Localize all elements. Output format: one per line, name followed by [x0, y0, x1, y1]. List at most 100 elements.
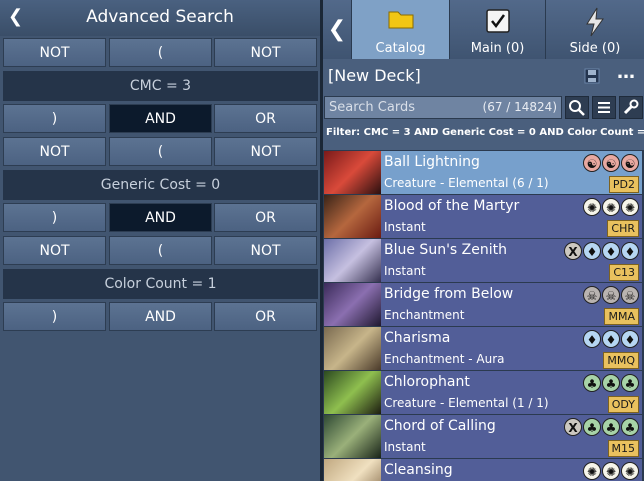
mana-symbol-icon: ♣ [583, 374, 601, 392]
mana-cost: ☯ ☯ ☯ [582, 154, 639, 174]
view-mode-button[interactable] [592, 96, 616, 119]
operator-row: NOT(NOT [3, 137, 318, 167]
operator-row: ) AND OR [3, 302, 318, 332]
and-button[interactable]: AND [109, 104, 212, 133]
mana-symbol-icon: ♦ [621, 330, 639, 348]
card-row[interactable]: Blood of the Martyr Instant ✺ ✺ ✺ CHR [324, 195, 642, 238]
operator-row: ) AND OR [3, 203, 318, 233]
card-type: Instant [384, 264, 426, 278]
mana-symbol-icon: ✺ [602, 198, 620, 216]
not-button[interactable]: NOT [214, 38, 317, 67]
condition-label[interactable]: CMC = 3 [3, 71, 318, 101]
lightning-icon [586, 7, 604, 37]
and-button[interactable]: AND [109, 302, 212, 331]
card-row[interactable]: Ball Lightning Creature - Elemental (6 / … [324, 151, 642, 194]
mana-symbol-icon: ☯ [583, 154, 601, 172]
checklist-icon [485, 9, 510, 33]
mana-symbol-icon: ♣ [621, 418, 639, 436]
mana-cost: ♣ ♣ ♣ [582, 374, 639, 394]
and-button[interactable]: AND [109, 203, 212, 232]
mana-symbol-icon: ☯ [602, 154, 620, 172]
list-icon [598, 102, 610, 113]
card-art-thumbnail [324, 371, 381, 414]
card-row[interactable]: Blue Sun's Zenith Instant X ♦ ♦ ♦ C13 [324, 239, 642, 282]
search-input[interactable]: Search Cards (67 / 14824) [324, 96, 562, 119]
deck-bar: [New Deck] … [323, 62, 644, 92]
set-code-badge: PD2 [608, 176, 639, 193]
set-code-badge: C13 [609, 264, 639, 281]
mana-symbol-icon: ♦ [602, 242, 620, 260]
filter-summary: Filter: CMC = 3 AND Generic Cost = 0 AND… [326, 127, 644, 138]
card-name: Chlorophant [384, 374, 470, 390]
mana-symbol-icon: ☠ [602, 286, 620, 304]
mana-symbol-icon: ✺ [583, 198, 601, 216]
mana-cost: ✺ ✺ ✺ [582, 462, 639, 481]
condition-label[interactable]: Generic Cost = 0 [3, 170, 318, 200]
not-button[interactable]: NOT [3, 137, 106, 166]
card-row[interactable]: Charisma Enchantment - Aura ♦ ♦ ♦ MMQ [324, 327, 642, 370]
open-paren-button[interactable]: ( [109, 236, 212, 265]
close-paren-button[interactable]: ) [3, 302, 106, 331]
card-row[interactable]: Chord of Calling Instant X ♣ ♣ ♣ M15 [324, 415, 642, 458]
mana-cost: X ♦ ♦ ♦ [563, 242, 639, 262]
mana-symbol-icon: ☠ [621, 286, 639, 304]
mana-symbol-icon: ☠ [583, 286, 601, 304]
search-icon [569, 100, 585, 116]
card-type: Instant [384, 440, 426, 454]
wrench-icon [623, 99, 639, 115]
or-button[interactable]: OR [214, 104, 317, 133]
card-row[interactable]: Chlorophant Creature - Elemental (1 / 1) ♣… [324, 371, 642, 414]
not-button[interactable]: NOT [214, 236, 317, 265]
card-list[interactable]: Ball Lightning Creature - Elemental (6 / … [323, 150, 644, 481]
card-art-thumbnail [324, 151, 381, 194]
card-type: Enchantment [384, 308, 465, 322]
search-button[interactable] [565, 96, 589, 119]
set-code-badge: ODY [607, 396, 639, 413]
tab-main[interactable]: Main (0) [450, 0, 545, 59]
operator-row: NOT(NOT [3, 236, 318, 266]
tab-side-label: Side (0) [569, 41, 621, 56]
card-art-thumbnail [324, 283, 381, 326]
save-icon[interactable] [584, 68, 600, 84]
mana-cost: X ♣ ♣ ♣ [563, 418, 639, 438]
close-paren-button[interactable]: ) [3, 203, 106, 232]
or-button[interactable]: OR [214, 302, 317, 331]
set-code-badge: MMQ [603, 352, 639, 369]
mana-symbol-icon: ♣ [602, 374, 620, 392]
card-type: Creature - Elemental (1 / 1) [384, 396, 549, 410]
tab-side[interactable]: Side (0) [546, 0, 644, 59]
card-name: Ball Lightning [384, 154, 480, 170]
close-paren-button[interactable]: ) [3, 104, 106, 133]
tab-catalog[interactable]: Catalog [352, 0, 449, 59]
open-paren-button[interactable]: ( [109, 38, 212, 67]
mana-symbol-icon: ♦ [602, 330, 620, 348]
card-name: Chord of Calling [384, 418, 496, 434]
not-button[interactable]: NOT [214, 137, 317, 166]
deck-title[interactable]: [New Deck] [328, 66, 421, 85]
card-row[interactable]: CleansingSorcery✺✺✺ [324, 459, 642, 481]
mana-cost: ✺ ✺ ✺ [582, 198, 639, 218]
more-options-icon[interactable]: … [617, 62, 635, 83]
not-button[interactable]: NOT [3, 236, 106, 265]
not-button[interactable]: NOT [3, 38, 106, 67]
card-art-thumbnail [324, 239, 381, 282]
card-art-thumbnail [324, 327, 381, 370]
card-art-thumbnail [324, 415, 381, 458]
mana-symbol-icon: ✺ [602, 462, 620, 480]
search-placeholder: Search Cards [329, 100, 415, 115]
card-type: Instant [384, 220, 426, 234]
operator-row: ) AND OR [3, 104, 318, 134]
mana-symbol-icon: ✺ [621, 198, 639, 216]
collapse-arrow-icon[interactable]: ❮ [323, 0, 351, 59]
operator-row: NOT(NOT [3, 38, 318, 68]
condition-label[interactable]: Color Count = 1 [3, 269, 318, 299]
or-button[interactable]: OR [214, 203, 317, 232]
search-result-count: (67 / 14824) [482, 100, 557, 114]
tab-main-label: Main (0) [470, 41, 525, 56]
advanced-search-button[interactable] [619, 96, 643, 119]
mana-symbol-icon: ✺ [583, 462, 601, 480]
card-art-thumbnail [324, 195, 381, 238]
open-paren-button[interactable]: ( [109, 137, 212, 166]
card-row[interactable]: Bridge from Below Enchantment ☠ ☠ ☠ MMA [324, 283, 642, 326]
catalog-panel: ❮ Catalog Main (0) Side (0) [New Deck] …… [323, 0, 644, 481]
